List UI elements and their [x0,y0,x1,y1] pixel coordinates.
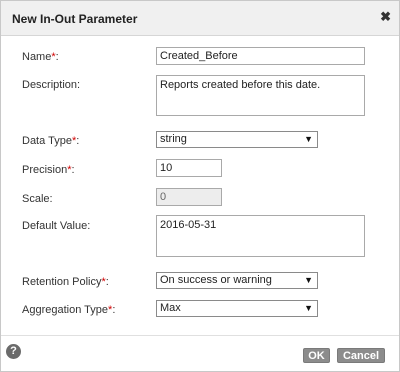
data-type-select[interactable]: string ▼ [156,131,318,148]
aggregation-type-select[interactable]: Max ▼ [156,300,318,317]
data-type-selected-value: string [160,133,187,145]
scale-input: 0 [156,188,222,206]
help-icon[interactable]: ? [6,344,21,359]
new-in-out-parameter-dialog: New In-Out Parameter ✖ Name*: Created_Be… [0,0,400,372]
description-textarea[interactable]: Reports created before this date. [156,75,365,116]
cancel-button[interactable]: Cancel [337,348,385,363]
aggregation-type-label: Aggregation Type*: [22,304,116,316]
name-input[interactable]: Created_Before [156,47,365,65]
dialog-titlebar: New In-Out Parameter ✖ [1,1,399,36]
scale-label: Scale: [22,193,53,205]
chevron-down-icon: ▼ [304,303,313,313]
retention-policy-selected-value: On success or warning [160,274,272,286]
retention-policy-select[interactable]: On success or warning ▼ [156,272,318,289]
description-label: Description: [22,79,81,91]
aggregation-type-selected-value: Max [160,302,181,314]
chevron-down-icon: ▼ [304,275,313,285]
name-label: Name*: [22,51,59,63]
chevron-down-icon: ▼ [304,134,313,144]
footer-divider [1,335,399,336]
precision-input[interactable]: 10 [156,159,222,177]
precision-label: Precision*: [22,164,75,176]
data-type-label: Data Type*: [22,135,80,147]
default-value-label: Default Value: [22,220,91,232]
dialog-title: New In-Out Parameter [12,12,138,26]
default-value-textarea[interactable]: 2016-05-31 [156,215,365,257]
ok-button[interactable]: OK [303,348,330,363]
close-icon[interactable]: ✖ [380,10,391,24]
retention-policy-label: Retention Policy*: [22,276,109,288]
